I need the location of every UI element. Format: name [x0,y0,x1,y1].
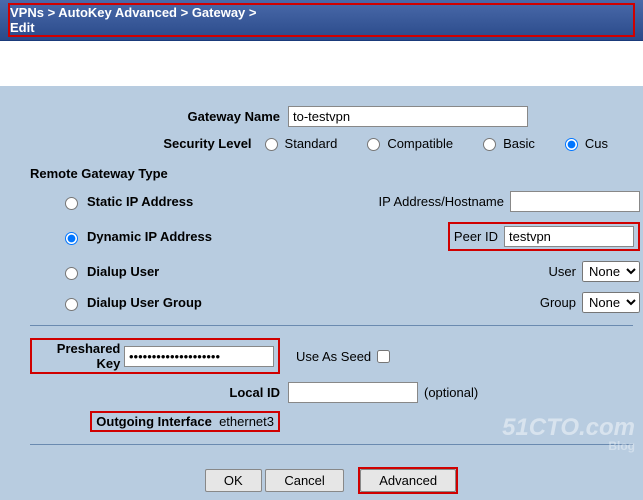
breadcrumb-bar: VPNs > AutoKey Advanced > Gateway > Edit [0,0,643,41]
ip-hostname-label: IP Address/Hostname [379,194,505,209]
cancel-button[interactable]: Cancel [265,469,343,492]
local-id-hint: (optional) [424,385,478,400]
security-level-group: Standard Compatible Basic Cus [260,135,633,151]
dynamic-ip-radio[interactable] [65,232,78,245]
peer-id-input[interactable] [504,226,634,247]
peer-id-label: Peer ID [454,229,498,244]
dialup-group-label: Dialup User Group [87,295,202,310]
security-compatible-radio[interactable] [367,138,380,151]
group-label: Group [540,295,576,310]
breadcrumb-text: VPNs > AutoKey Advanced > Gateway > Edit [10,5,257,35]
preshared-key-input[interactable] [124,346,274,367]
user-select[interactable]: None [582,261,640,282]
ip-hostname-input[interactable] [510,191,640,212]
dialup-group-radio[interactable] [65,298,78,311]
user-label: User [549,264,576,279]
advanced-button[interactable]: Advanced [360,469,456,492]
ok-button[interactable]: OK [205,469,262,492]
remote-gateway-type-label: Remote Gateway Type [30,166,633,181]
security-standard-radio[interactable] [265,138,278,151]
outgoing-interface-label: Outgoing Interface [96,414,212,429]
security-level-label: Security Level [30,136,260,151]
use-as-seed-checkbox[interactable] [377,350,390,363]
security-basic-radio[interactable] [483,138,496,151]
divider-2 [30,444,633,445]
static-ip-label: Static IP Address [87,194,193,209]
security-custom-radio[interactable] [565,138,578,151]
dynamic-ip-label: Dynamic IP Address [87,229,212,244]
gateway-name-label: Gateway Name [30,109,288,124]
local-id-label: Local ID [30,385,288,400]
preshared-key-label: Preshared Key [36,341,120,371]
local-id-input[interactable] [288,382,418,403]
divider [30,325,633,326]
form-panel: Gateway Name Security Level Standard Com… [0,86,643,500]
dialup-user-label: Dialup User [87,264,159,279]
gateway-name-input[interactable] [288,106,528,127]
static-ip-radio[interactable] [65,197,78,210]
outgoing-interface-value: ethernet3 [219,414,274,429]
dialup-user-radio[interactable] [65,267,78,280]
group-select[interactable]: None [582,292,640,313]
use-as-seed-label: Use As Seed [296,349,371,364]
button-row: OK Cancel Advanced [30,457,633,498]
